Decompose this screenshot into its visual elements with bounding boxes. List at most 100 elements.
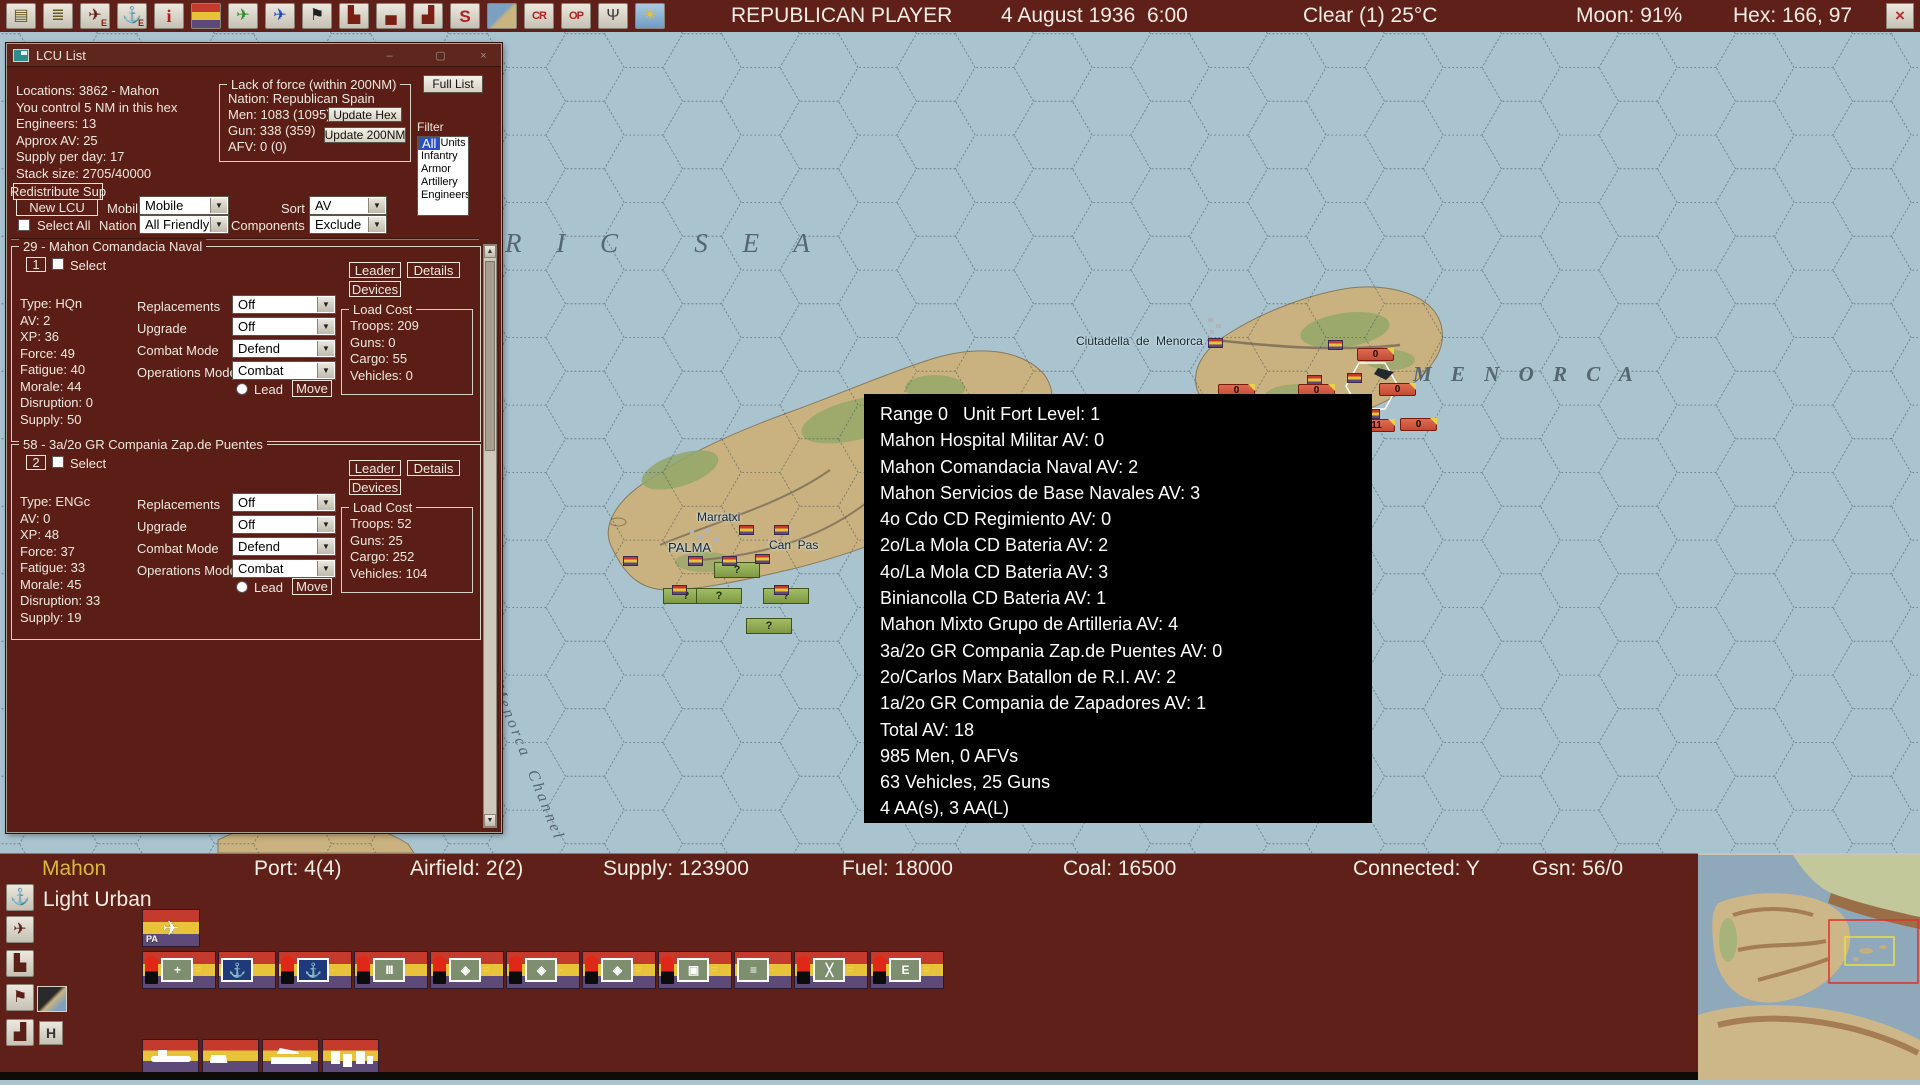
naval-hq-unit[interactable]: ⚓ — [218, 951, 276, 989]
map-flag-marker[interactable] — [672, 585, 687, 595]
unit-2-move-button[interactable]: Move — [292, 578, 332, 595]
nation-select[interactable]: All Friendly▼ — [139, 215, 229, 234]
filter-listbox[interactable]: AllHQ UnitsInfantryArmorArtilleryEnginee… — [417, 136, 469, 216]
naval-base-icon[interactable]: ⚓ — [6, 884, 34, 911]
weather-icon[interactable]: ☀ — [635, 3, 665, 29]
infantry-unit[interactable]: ╳ = — [794, 951, 868, 989]
map-flag-marker[interactable] — [774, 525, 789, 535]
map-unknown-unit[interactable]: ? — [696, 588, 742, 604]
air-unit-icon[interactable]: ✈ PA — [142, 909, 200, 947]
map-flag-marker[interactable] — [755, 554, 770, 564]
unit-1-devices-button[interactable]: Devices — [349, 281, 401, 297]
unit-1-combat-select[interactable]: Defend▼ — [232, 339, 336, 358]
strategic-minimap[interactable] — [1698, 853, 1920, 1080]
info-icon[interactable]: i — [154, 3, 184, 29]
air-groups-icon[interactable]: ✈E — [80, 3, 110, 29]
engineer-unit[interactable]: E = — [870, 951, 944, 989]
unit-1-details-button[interactable]: Details — [407, 262, 460, 278]
map-view-icon[interactable] — [487, 3, 517, 29]
unit-1-operations-select[interactable]: Combat▼ — [232, 361, 336, 380]
friendly-air-icon[interactable]: ✈ — [228, 3, 258, 29]
patrol-ships-unit[interactable] — [202, 1039, 259, 1073]
airfield-icon[interactable]: ✈ — [6, 916, 34, 943]
map-unknown-unit[interactable]: ? — [746, 618, 792, 634]
filter-option[interactable]: Infantry — [418, 150, 468, 163]
combat-report-icon[interactable]: CR — [524, 3, 554, 29]
enemy-air-icon[interactable]: ✈ — [265, 3, 295, 29]
unit-1-select-checkbox[interactable] — [52, 258, 64, 270]
unit-2-leader-button[interactable]: Leader — [349, 460, 401, 476]
barge-unit[interactable] — [322, 1039, 379, 1073]
maximize-icon[interactable]: ▢ — [432, 48, 449, 63]
unit-2-replacements-select[interactable]: Off▼ — [232, 493, 336, 512]
coastal-battery-unit[interactable]: ◈ = — [430, 951, 504, 989]
map-flag-marker[interactable] — [623, 556, 638, 566]
flag-filter-icon[interactable]: ⚑ — [6, 984, 34, 1011]
save-icon[interactable]: ▤ — [6, 3, 36, 29]
warship-icon[interactable]: ▙ — [339, 3, 369, 29]
strategic-icon[interactable]: S — [450, 3, 480, 29]
map-flag-marker[interactable] — [739, 525, 754, 535]
unit-2-operations-select[interactable]: Combat▼ — [232, 559, 336, 578]
unit-2-combat-select[interactable]: Defend▼ — [232, 537, 336, 556]
depot-unit[interactable]: ≡ - — [734, 951, 792, 989]
unit-2-number-button[interactable]: 2 — [26, 455, 46, 470]
hq-unit[interactable]: + = — [142, 951, 216, 989]
map-flag-marker[interactable] — [1347, 373, 1362, 383]
filter-option[interactable]: Armor — [418, 163, 468, 176]
scrollbar-thumb[interactable] — [485, 261, 495, 451]
map-unit-counter[interactable]: 0 — [1400, 418, 1437, 431]
close-icon[interactable]: × — [1886, 3, 1914, 29]
unit-1-upgrade-select[interactable]: Off▼ — [232, 317, 336, 336]
unit-2-devices-button[interactable]: Devices — [349, 479, 401, 495]
map-unit-counter[interactable]: 0 — [1379, 383, 1416, 396]
map-flag-marker[interactable] — [722, 556, 737, 566]
mobility-select[interactable]: Mobile▼ — [139, 196, 229, 215]
filter-option[interactable]: Engineers — [418, 189, 468, 202]
industry-icon[interactable]: ▟ — [413, 3, 443, 29]
unit-1-leader-button[interactable]: Leader — [349, 262, 401, 278]
window-titlebar[interactable]: LCU List — [7, 44, 501, 67]
unit-2-upgrade-select[interactable]: Off▼ — [232, 515, 336, 534]
components-select[interactable]: Exclude▼ — [309, 215, 387, 234]
objective-flag-icon[interactable]: ⚑ — [302, 3, 332, 29]
map-flag-marker[interactable] — [1208, 338, 1223, 348]
unit-2-select-checkbox[interactable] — [52, 456, 64, 468]
map-flag-marker[interactable] — [1328, 340, 1343, 350]
artillery-unit[interactable]: ▣ = — [658, 951, 732, 989]
map-unknown-unit[interactable]: ? — [714, 562, 760, 578]
coastal-battery-unit[interactable]: ◈ - — [506, 951, 580, 989]
naval-unit[interactable]: ⚓ - — [278, 951, 352, 989]
unit-1-number-button[interactable]: 1 — [26, 257, 46, 272]
republic-flag-icon[interactable] — [191, 3, 221, 29]
minimap-toggle-icon[interactable] — [37, 986, 67, 1012]
minimize-icon[interactable]: – — [381, 48, 398, 63]
base-forces-unit[interactable]: III — [354, 951, 428, 989]
filter-option[interactable]: Artillery — [418, 176, 468, 189]
redistribute-sup-button[interactable]: Redistribute Sup — [13, 183, 103, 200]
map-flag-marker[interactable] — [688, 556, 703, 566]
tender-unit[interactable] — [262, 1039, 319, 1073]
naval-groups-icon[interactable]: ⚓E — [117, 3, 147, 29]
map-flag-marker[interactable] — [774, 585, 789, 595]
unit-2-lead-radio[interactable] — [236, 581, 248, 593]
unit-list-scrollbar[interactable]: ▲ ▼ — [483, 244, 497, 828]
unit-1-lead-radio[interactable] — [236, 383, 248, 395]
task-force-icon[interactable]: ▙ — [6, 950, 34, 977]
map-unit-counter[interactable]: 0 — [1357, 348, 1394, 361]
signal-intel-icon[interactable]: Ψ — [598, 3, 628, 29]
orders-list-icon[interactable]: ≣ — [43, 3, 73, 29]
full-list-button[interactable]: Full List — [423, 75, 483, 93]
unit-1-replacements-select[interactable]: Off▼ — [232, 295, 336, 314]
transport-ship-icon[interactable]: ▄ — [376, 3, 406, 29]
select-all-checkbox[interactable] — [18, 219, 30, 231]
coastal-battery-unit[interactable]: ◈ = — [582, 951, 656, 989]
new-lcu-button[interactable]: New LCU — [16, 199, 98, 216]
unit-1-move-button[interactable]: Move — [292, 380, 332, 397]
industry-filter-icon[interactable]: ▟ — [6, 1019, 34, 1046]
update-200nm-button[interactable]: Update 200NM — [324, 127, 406, 143]
update-hex-button[interactable]: Update Hex — [328, 107, 402, 122]
operations-icon[interactable]: OP — [561, 3, 591, 29]
unit-2-details-button[interactable]: Details — [407, 460, 460, 476]
sort-select[interactable]: AV▼ — [309, 196, 387, 215]
